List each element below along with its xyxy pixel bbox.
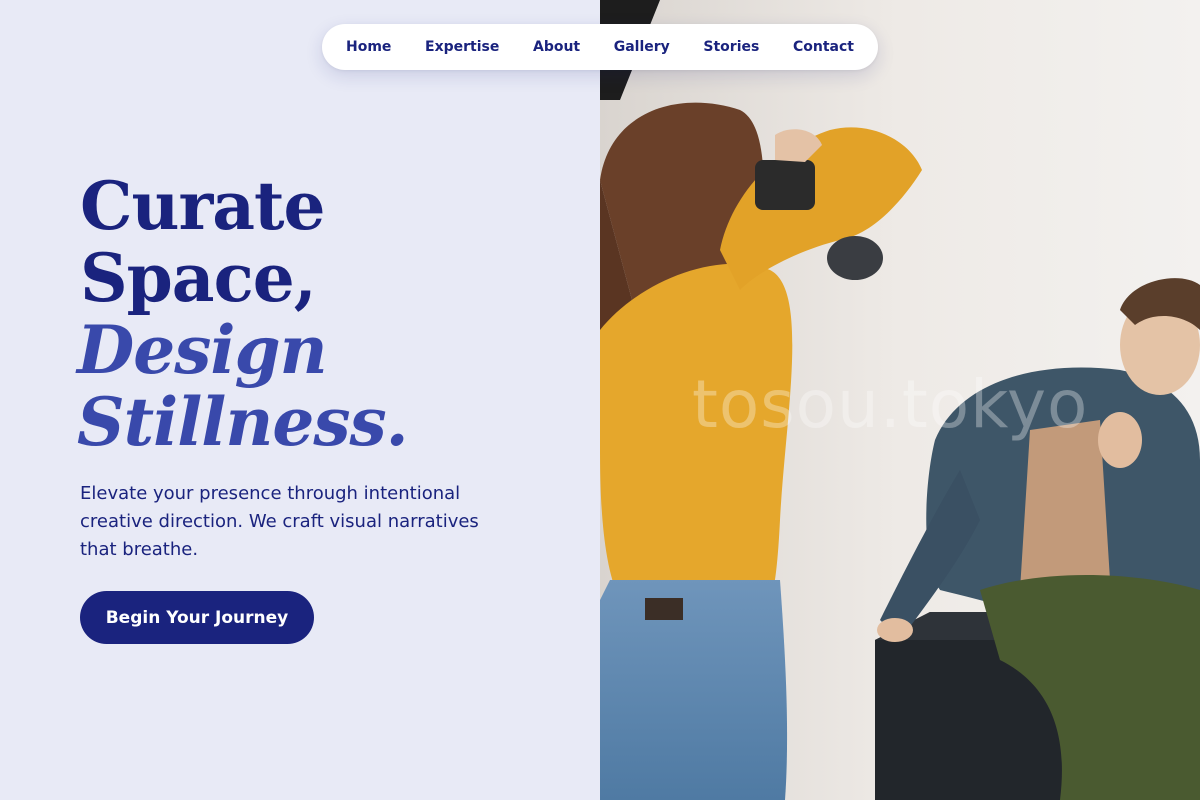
headline-line-space: Space, [80, 239, 317, 317]
hero-photo: tosou.tokyo [600, 0, 1200, 800]
hero-headline: Curate Space, Design Stillness. [77, 167, 409, 461]
headline-line-stillness: Stillness. [77, 383, 409, 461]
nav-link-about[interactable]: About [533, 39, 580, 55]
nav-link-expertise[interactable]: Expertise [425, 39, 499, 55]
begin-journey-button[interactable]: Begin Your Journey [80, 591, 314, 644]
nav-link-contact[interactable]: Contact [793, 39, 854, 55]
headline-line-design: Design [77, 311, 328, 389]
nav-link-home[interactable]: Home [346, 39, 391, 55]
nav-link-gallery[interactable]: Gallery [614, 39, 670, 55]
photo-watermark: tosou.tokyo [692, 366, 1089, 443]
main-navigation: Home Expertise About Gallery Stories Con… [322, 24, 878, 70]
nav-link-stories[interactable]: Stories [703, 39, 759, 55]
hero-subtitle: Elevate your presence through intentiona… [80, 483, 479, 560]
headline-line-curate: Curate [80, 167, 326, 245]
